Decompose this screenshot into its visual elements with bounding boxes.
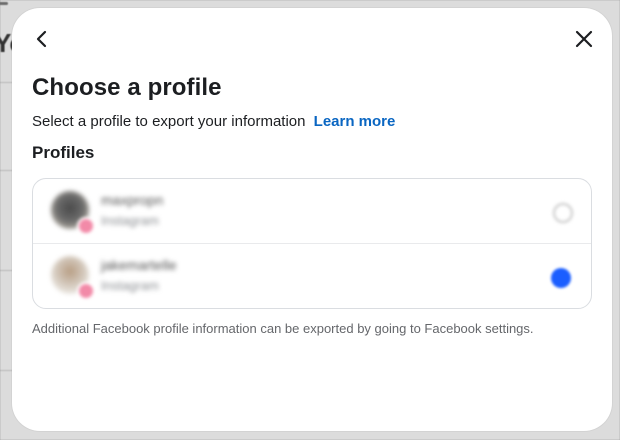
profile-option[interactable]: jakemartelle Instagram	[33, 243, 591, 308]
instagram-badge-icon	[77, 282, 95, 300]
background-menu-mark	[0, 2, 8, 5]
profile-name: jakemartelle	[101, 257, 177, 273]
dialog-subtitle-text: Select a profile to export your informat…	[32, 113, 306, 130]
dialog-title: Choose a profile	[32, 74, 222, 101]
profiles-section-label: Profiles	[32, 143, 95, 162]
close-button[interactable]	[570, 25, 598, 53]
chevron-left-icon	[36, 30, 47, 48]
close-icon	[575, 30, 593, 48]
profile-list: maxpropn Instagram jakemartelle Instagra…	[32, 178, 592, 309]
dialog-subtitle: Select a profile to export your informat…	[32, 113, 395, 130]
profile-name: maxpropn	[101, 192, 164, 208]
profile-radio[interactable]	[553, 203, 573, 223]
choose-profile-dialog: Choose a profile Select a profile to exp…	[12, 8, 612, 431]
profile-radio-selected[interactable]	[551, 268, 571, 288]
profile-platform: Instagram	[101, 278, 159, 293]
back-button[interactable]	[28, 25, 56, 53]
profile-platform: Instagram	[101, 213, 159, 228]
instagram-badge-icon	[77, 217, 95, 235]
profile-option[interactable]: maxpropn Instagram	[33, 179, 591, 243]
learn-more-link[interactable]: Learn more	[314, 113, 396, 130]
footnote-text: Additional Facebook profile information …	[32, 321, 534, 336]
